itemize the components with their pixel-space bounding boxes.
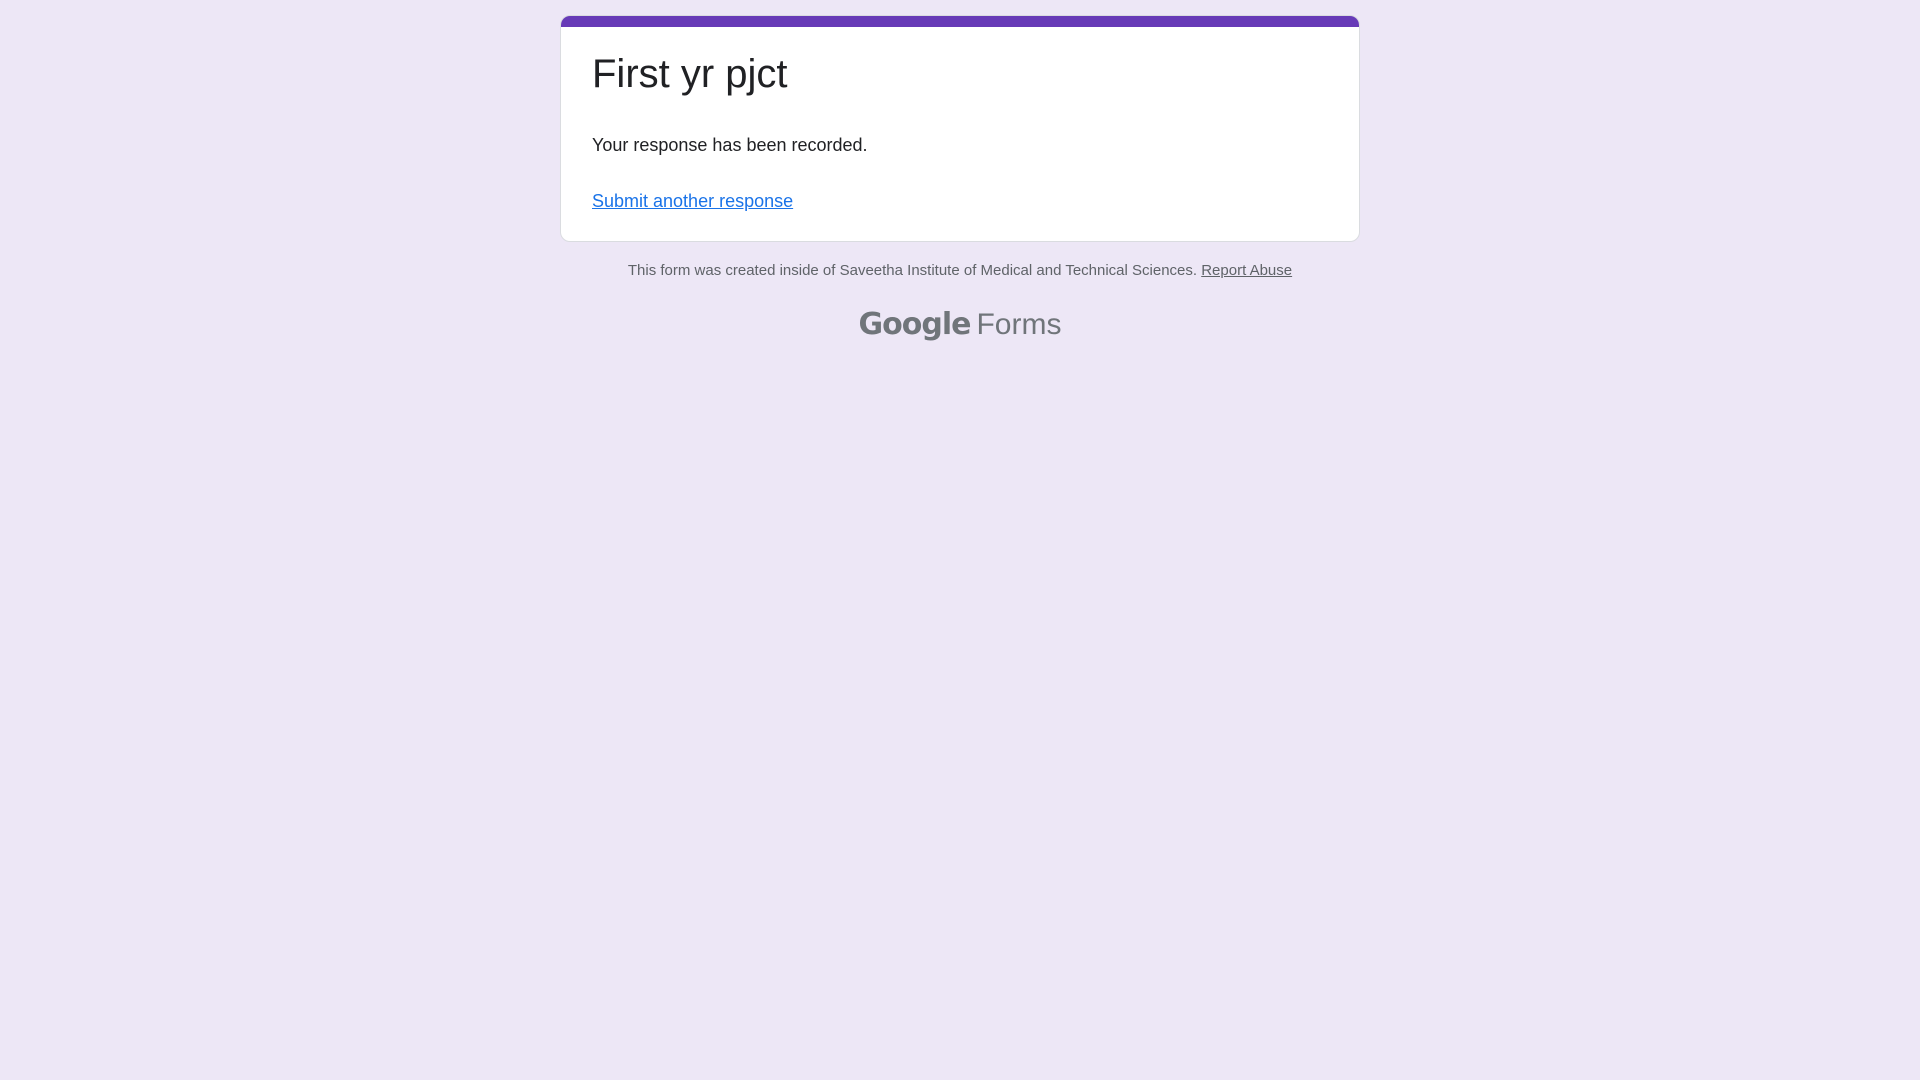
confirmation-card: First yr pjct Your response has been rec… xyxy=(560,15,1360,242)
google-wordmark: Google xyxy=(858,307,972,342)
footer-note-text: This form was created inside of Saveetha… xyxy=(627,262,1202,279)
response-recorded-message: Your response has been recorded. xyxy=(592,135,868,155)
google-forms-logo[interactable]: Google Forms xyxy=(560,305,1360,345)
forms-wordmark: Forms xyxy=(976,308,1062,341)
report-abuse-link[interactable]: Report Abuse xyxy=(1201,262,1292,279)
form-title: First yr pjct xyxy=(592,52,788,96)
page: First yr pjct Your response has been rec… xyxy=(0,0,1920,1080)
footer-note: This form was created inside of Saveetha… xyxy=(560,261,1360,281)
submit-another-response-link[interactable]: Submit another response xyxy=(592,189,793,213)
